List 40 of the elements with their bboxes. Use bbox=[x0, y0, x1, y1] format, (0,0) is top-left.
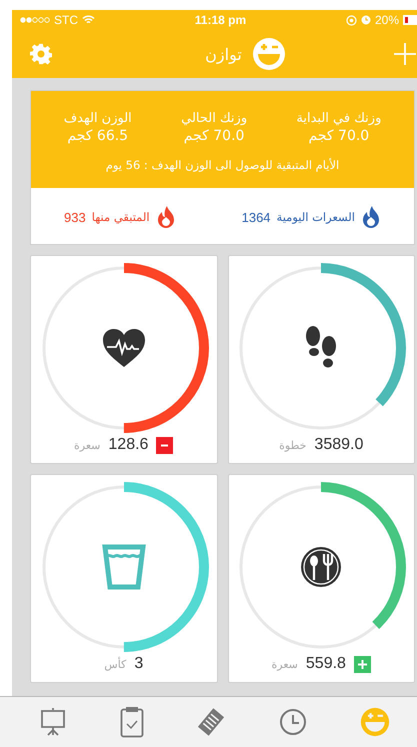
calorie-label: المتبقي منها bbox=[92, 210, 150, 224]
calorie-label: السعرات اليومية bbox=[276, 210, 355, 224]
battery-icon bbox=[403, 15, 417, 25]
stat-label: وزنك في البداية bbox=[296, 111, 382, 126]
wifi-icon bbox=[82, 15, 95, 25]
clock-time: 11:18 pm bbox=[194, 13, 246, 27]
plate-cutlery-icon bbox=[300, 546, 342, 588]
tracker-value: 128.6 bbox=[108, 436, 148, 454]
stat-label: وزنك الحالي bbox=[181, 111, 248, 126]
tracker-unit: كأس bbox=[104, 658, 126, 670]
tracker-unit: سعرة bbox=[272, 658, 298, 670]
presentation-board-icon bbox=[38, 708, 67, 736]
tab-button[interactable] bbox=[118, 704, 146, 740]
stat-value: 70.0 كجم bbox=[308, 128, 370, 144]
tracker-unit: خطوة bbox=[279, 438, 306, 452]
calorie-value: 1364 bbox=[242, 210, 271, 224]
remaining-days-text: الأيام المتبقية للوصول الى الوزن الهدف : 56 يوم bbox=[106, 158, 340, 172]
app-title: توازن bbox=[205, 44, 242, 64]
footprints-icon bbox=[304, 326, 338, 370]
stat-value: 70.0 كجم bbox=[184, 128, 244, 144]
signal-icon bbox=[20, 17, 50, 23]
rotation-lock-icon bbox=[346, 14, 357, 26]
smiley-logo-icon bbox=[252, 37, 286, 71]
battery-percent: 20% bbox=[374, 13, 399, 27]
plus-icon[interactable] bbox=[354, 656, 371, 672]
clipboard-check-icon bbox=[120, 706, 144, 738]
tracker-value: 3 bbox=[134, 655, 144, 673]
carrier-name: STC bbox=[54, 13, 78, 27]
alarm-icon bbox=[360, 15, 371, 25]
heartbeat-icon bbox=[102, 329, 145, 367]
stat-label: الوزن الهدف bbox=[64, 111, 132, 126]
smiley-logo-icon bbox=[360, 707, 390, 737]
tracker-value: 3589.0 bbox=[314, 436, 364, 454]
calorie-value: 933 bbox=[64, 210, 86, 224]
minus-icon[interactable] bbox=[156, 436, 174, 454]
water-glass-icon bbox=[100, 544, 147, 590]
stat-value: 66.5 كجم bbox=[67, 128, 128, 144]
clock-icon bbox=[278, 708, 307, 736]
tracker-value: 559.8 bbox=[306, 655, 346, 673]
tracker-unit: سعرة bbox=[74, 438, 100, 452]
